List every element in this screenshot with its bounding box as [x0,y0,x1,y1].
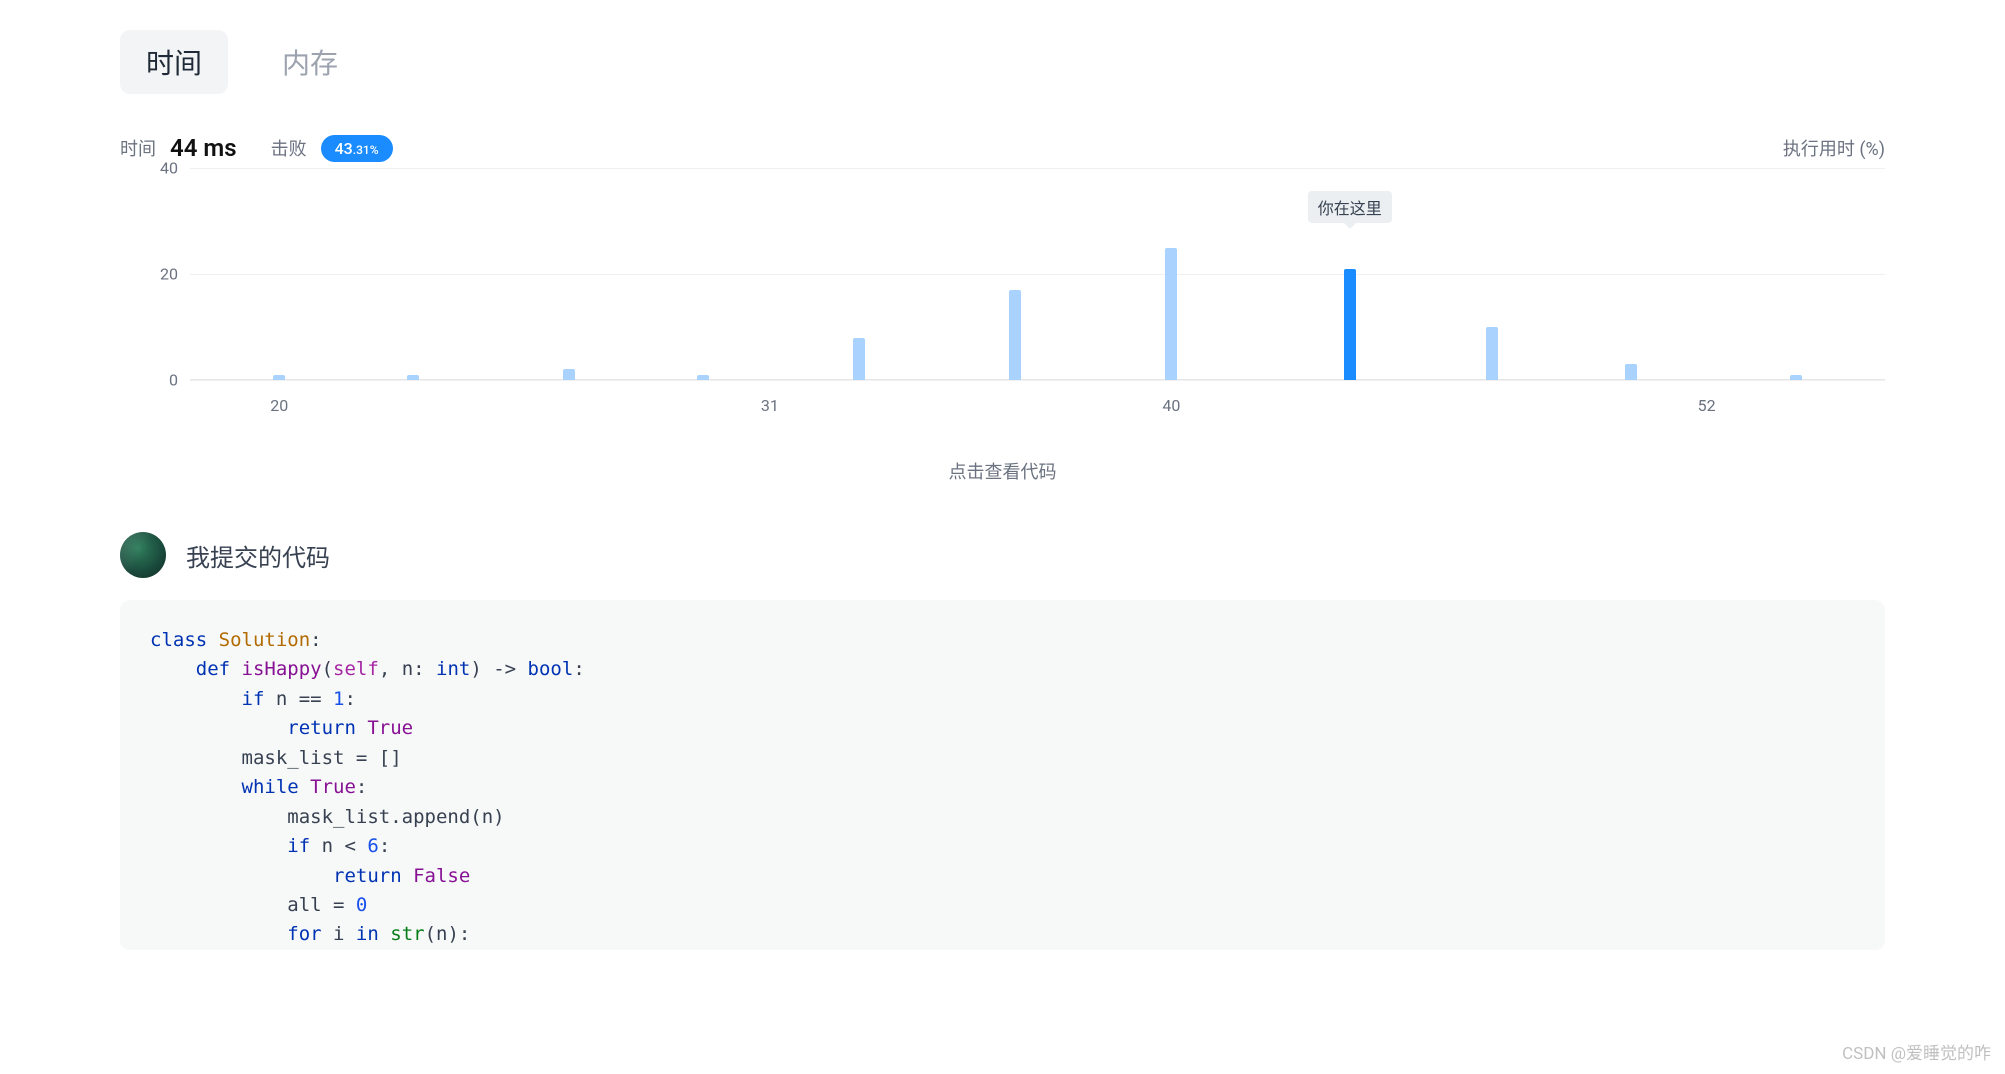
beat-badge: 43.31% [321,135,393,162]
x-tick: 52 [1698,396,1716,415]
y-tick: 20 [160,265,178,284]
histogram-bar[interactable] [273,375,285,380]
histogram-bar[interactable] [853,338,865,380]
beat-label: 击败 [271,135,307,161]
y-tick: 0 [169,371,178,390]
x-tick: 20 [270,396,288,415]
stats-row: 时间 44 ms 击败 43.31% 执行用时 (%) [120,134,1885,162]
tabs: 时间 内存 [120,30,1885,94]
tooltip-you-are-here: 你在这里 [1308,191,1392,223]
code-title: 我提交的代码 [186,538,330,573]
x-tick: 31 [761,396,779,415]
watermark: CSDN @爱睡觉的咋 [1842,1039,1991,1064]
code-header: 我提交的代码 [120,532,1885,578]
histogram-bar[interactable] [1625,364,1637,380]
tab-time[interactable]: 时间 [120,30,228,94]
histogram-bar[interactable] [1165,248,1177,381]
histogram-bar[interactable] [1790,375,1802,380]
runtime-pct-label: 执行用时 (%) [1783,135,1885,161]
runtime-histogram[interactable]: 02040 你在这里 20314052 [120,168,1885,428]
tab-memory[interactable]: 内存 [256,30,364,94]
time-value: 44 ms [170,134,237,162]
histogram-bar[interactable] [1486,327,1498,380]
histogram-bar[interactable] [1009,290,1021,380]
y-tick: 40 [160,159,178,178]
histogram-bar[interactable] [697,375,709,380]
x-tick: 40 [1162,396,1180,415]
histogram-bar[interactable] [407,375,419,380]
code-block: class Solution: def isHappy(self, n: int… [120,600,1885,950]
histogram-bar[interactable] [563,369,575,380]
chart-caption[interactable]: 点击查看代码 [120,458,1885,484]
avatar[interactable] [120,532,166,578]
histogram-bar[interactable] [1344,269,1356,380]
time-label: 时间 [120,135,156,161]
